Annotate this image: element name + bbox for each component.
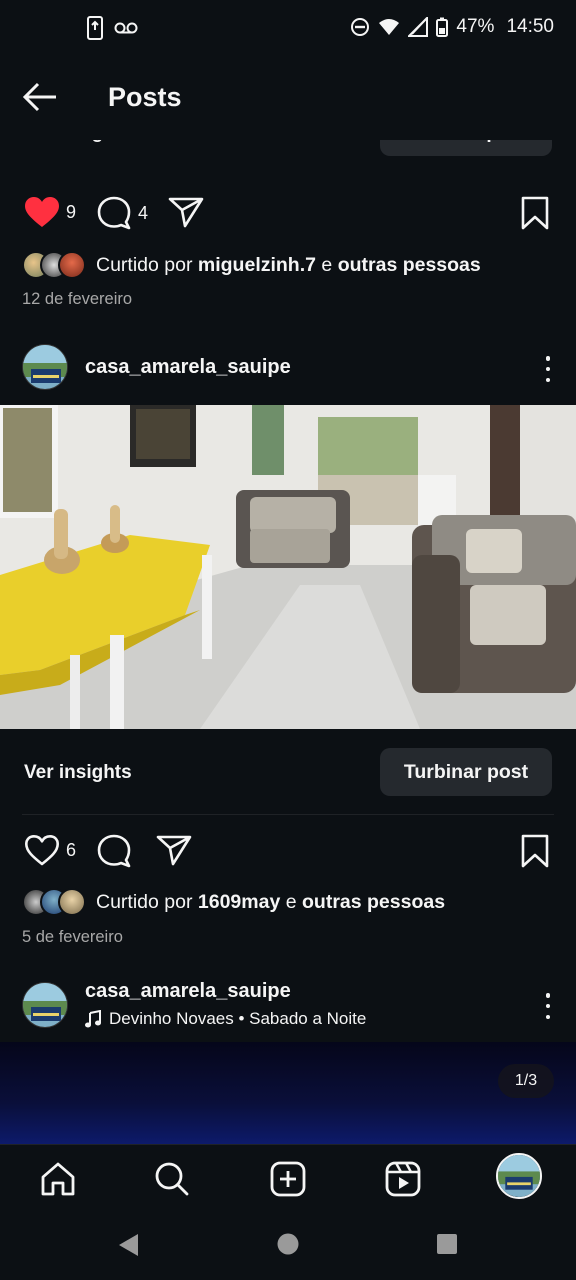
post-date: 12 de fevereiro	[22, 290, 133, 308]
music-label: Devinho Novaes • Sabado a Noite	[109, 1009, 367, 1028]
phone-data-icon	[87, 16, 103, 40]
liked-by-prefix: Curtido por	[96, 253, 198, 276]
status-bar: 47% 14:50	[0, 0, 576, 58]
create-icon	[270, 1161, 306, 1197]
comment-button[interactable]	[96, 834, 132, 868]
dnd-icon	[351, 18, 370, 36]
page-title: Posts	[108, 82, 182, 112]
nav-reels[interactable]	[381, 1157, 425, 1201]
liked-by-line[interactable]: Curtido por 1609may e outras pessoas	[22, 885, 445, 919]
signal-icon	[408, 17, 429, 37]
system-navigation	[0, 1212, 576, 1280]
carousel-pager: 1/3	[498, 1064, 554, 1098]
liked-by-line[interactable]: Curtido por miguelzinh.7 e outras pessoa…	[22, 248, 481, 282]
bookmark-icon	[521, 834, 549, 868]
send-icon	[168, 197, 204, 228]
recents-square-icon[interactable]	[436, 1233, 458, 1255]
search-icon	[155, 1162, 189, 1196]
music-info[interactable]: Devinho Novaes • Sabado a Noite	[85, 1009, 366, 1029]
share-button[interactable]	[168, 196, 204, 228]
top-header: Posts	[0, 58, 576, 140]
like-button[interactable]: 6	[24, 834, 76, 866]
more-options-button[interactable]	[542, 356, 554, 382]
nav-search[interactable]	[150, 1157, 194, 1201]
boost-button[interactable]: Turbinar post	[380, 748, 552, 796]
avatar-image	[23, 345, 67, 389]
comment-count: 4	[138, 202, 149, 223]
reels-icon	[385, 1161, 421, 1197]
post-avatar[interactable]	[22, 344, 68, 390]
avatar	[58, 888, 86, 916]
liker-avatars	[22, 888, 86, 916]
nav-home[interactable]	[36, 1157, 80, 1201]
like-count: 9	[66, 201, 77, 222]
like-count: 6	[66, 839, 77, 860]
post-actions-1: 9 4	[0, 188, 576, 238]
liker-avatars	[22, 251, 86, 279]
comment-icon	[97, 834, 131, 868]
post-actions-2: 6	[0, 826, 576, 876]
post-username[interactable]: casa_amarela_sauipe	[85, 980, 291, 1003]
avatar	[58, 251, 86, 279]
share-button[interactable]	[156, 834, 192, 866]
liked-by-user[interactable]: 1609may	[198, 891, 280, 914]
battery-icon	[436, 17, 449, 37]
liked-by-connector: e	[316, 253, 338, 276]
save-button[interactable]	[520, 834, 550, 868]
like-button[interactable]: 9	[24, 196, 76, 228]
heart-outline-icon	[25, 835, 59, 866]
avatar-image	[23, 983, 67, 1027]
living-room-photo	[0, 405, 576, 729]
home-icon	[41, 1162, 75, 1196]
wifi-icon	[379, 19, 400, 35]
send-icon	[156, 835, 192, 866]
post-username[interactable]: casa_amarela_sauipe	[85, 356, 291, 379]
bottom-navigation	[0, 1144, 576, 1212]
insights-link[interactable]: Ver insights	[24, 762, 132, 784]
liked-by-prefix: Curtido por	[96, 890, 198, 913]
post-avatar[interactable]	[22, 982, 68, 1028]
comment-icon	[97, 196, 131, 230]
profile-avatar	[498, 1155, 540, 1197]
liked-by-others[interactable]: outras pessoas	[338, 254, 481, 277]
more-options-button[interactable]	[542, 993, 554, 1019]
heart-filled-icon	[25, 197, 59, 227]
post-header-2: casa_amarela_sauipe	[0, 338, 576, 398]
music-note-icon	[85, 1010, 101, 1028]
battery-percent: 47%	[456, 16, 495, 37]
bookmark-icon	[521, 196, 549, 230]
post-header-3: casa_amarela_sauipe Devinho Novaes • Sab…	[0, 976, 576, 1036]
comment-button[interactable]: 4	[96, 196, 148, 230]
post-date: 5 de fevereiro	[22, 928, 123, 946]
clock: 14:50	[506, 16, 554, 37]
home-circle-icon[interactable]	[276, 1232, 300, 1256]
post-image[interactable]	[0, 405, 576, 729]
nav-create[interactable]	[266, 1157, 310, 1201]
arrow-left-icon	[22, 82, 56, 112]
back-triangle-icon[interactable]	[116, 1232, 140, 1258]
divider	[22, 814, 554, 815]
voicemail-icon	[114, 22, 138, 34]
post-media-carousel[interactable]: 1/3	[0, 1042, 576, 1144]
back-button[interactable]	[22, 82, 62, 116]
save-button[interactable]	[520, 196, 550, 230]
insights-row: Ver insights Turbinar post	[0, 748, 576, 798]
nav-profile[interactable]	[496, 1153, 542, 1199]
liked-by-user[interactable]: miguelzinh.7	[198, 254, 316, 277]
liked-by-others[interactable]: outras pessoas	[302, 891, 445, 914]
liked-by-connector: e	[280, 890, 302, 913]
